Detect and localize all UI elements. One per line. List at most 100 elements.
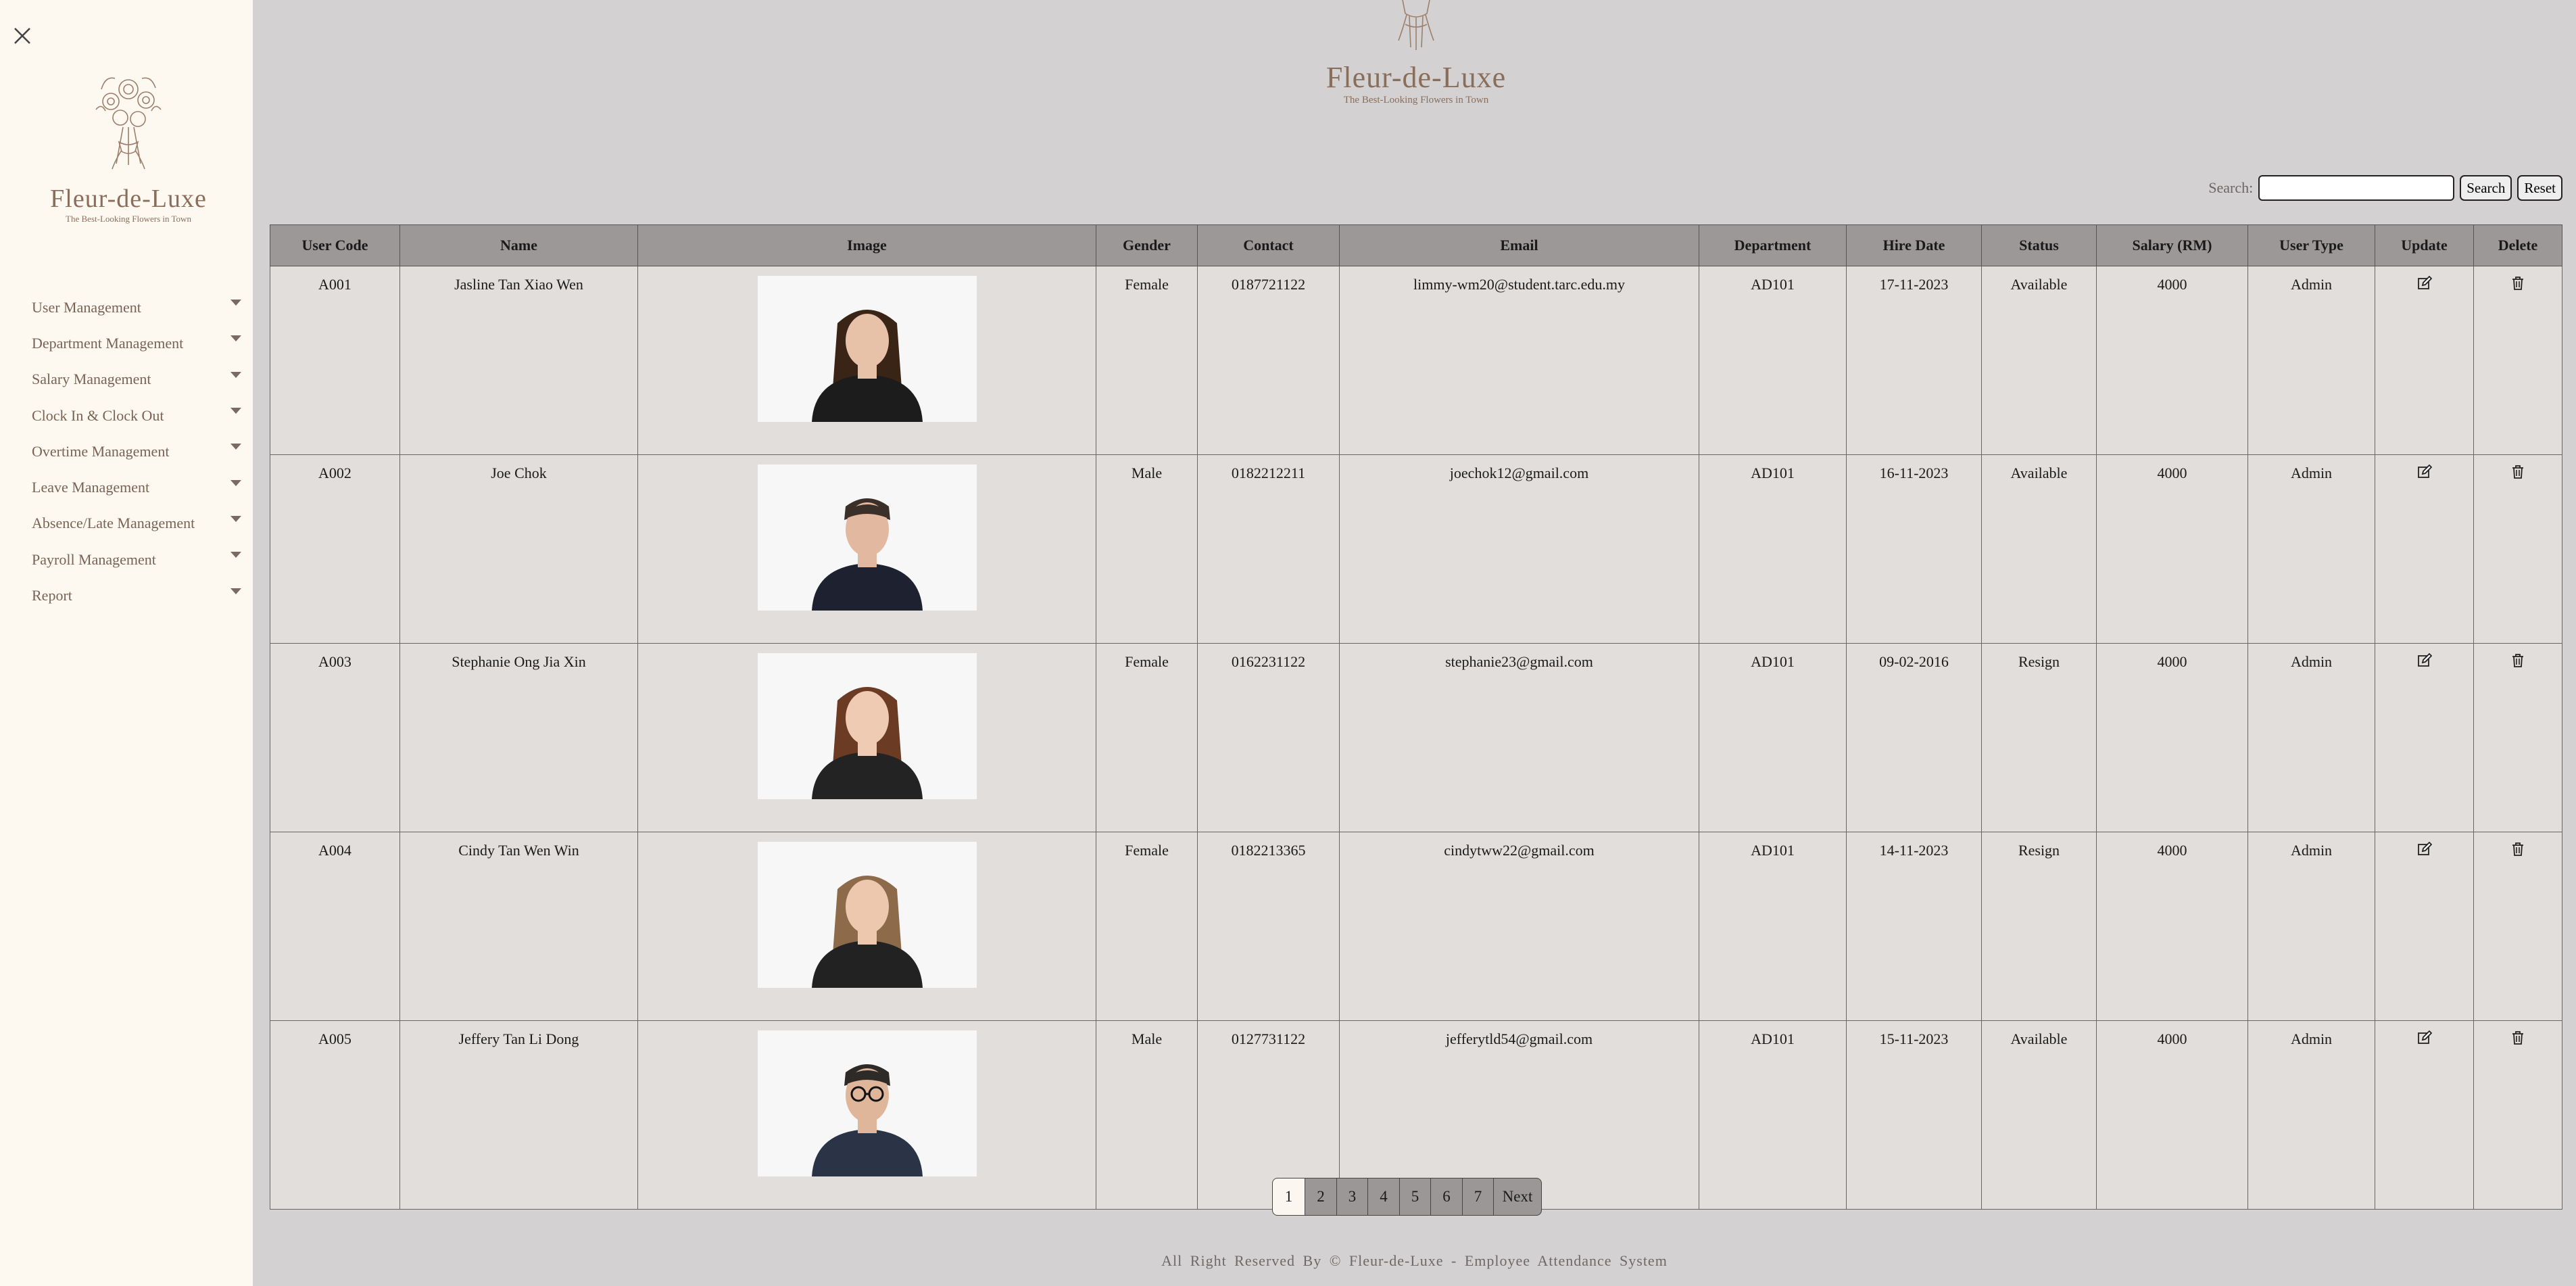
search-button[interactable]: Search bbox=[2460, 175, 2512, 201]
cell-name: Jasline Tan Xiao Wen bbox=[399, 266, 638, 455]
sidebar-logo: Fleur-de-Luxe The Best-Looking Flowers i… bbox=[41, 62, 216, 224]
edit-icon[interactable] bbox=[2416, 841, 2433, 858]
caret-down-icon bbox=[230, 444, 241, 450]
cell-hire-date: 16-11-2023 bbox=[1846, 454, 1982, 644]
column-header[interactable]: Email bbox=[1339, 224, 1699, 266]
column-header[interactable]: Gender bbox=[1096, 224, 1198, 266]
user-photo bbox=[757, 653, 977, 799]
bouquet-logo-icon bbox=[1398, 0, 1434, 50]
table-row: A004 Cindy Tan Wen Win Female 0182213365 ci… bbox=[270, 832, 2562, 1021]
column-header[interactable]: Department bbox=[1699, 224, 1847, 266]
cell-department: AD101 bbox=[1699, 643, 1847, 832]
sidebar-item-salary-management[interactable]: Salary Management bbox=[32, 362, 241, 398]
column-header[interactable]: Name bbox=[399, 224, 638, 266]
column-header[interactable]: User Code bbox=[270, 224, 400, 266]
page-button-2[interactable]: 2 bbox=[1305, 1178, 1337, 1216]
caret-down-icon bbox=[230, 552, 241, 558]
sidebar-item-leave-management[interactable]: Leave Management bbox=[32, 469, 241, 505]
update-cell bbox=[2375, 832, 2474, 1021]
user-photo bbox=[757, 1030, 977, 1176]
delete-cell bbox=[2473, 832, 2562, 1021]
caret-down-icon bbox=[230, 371, 241, 378]
cell-user-type: Admin bbox=[2247, 1020, 2375, 1210]
delete-cell bbox=[2473, 266, 2562, 455]
page-button-4[interactable]: 4 bbox=[1367, 1178, 1400, 1216]
update-cell bbox=[2375, 1020, 2474, 1210]
page-button-5[interactable]: 5 bbox=[1399, 1178, 1432, 1216]
cell-user-type: Admin bbox=[2247, 643, 2375, 832]
search-input[interactable] bbox=[2258, 175, 2455, 201]
trash-icon[interactable] bbox=[2510, 842, 2526, 858]
page-button-1[interactable]: 1 bbox=[1271, 1178, 1306, 1216]
brand-name: Fleur-de-Luxe bbox=[1326, 61, 1507, 94]
column-header[interactable]: Salary (RM) bbox=[2096, 224, 2248, 266]
column-header[interactable]: Image bbox=[637, 224, 1096, 266]
column-header[interactable]: Delete bbox=[2473, 224, 2562, 266]
sidebar-item-label: Salary Management bbox=[32, 371, 151, 388]
sidebar-item-label: Report bbox=[32, 587, 72, 604]
sidebar-item-user-management[interactable]: User Management bbox=[32, 289, 241, 325]
edit-icon[interactable] bbox=[2416, 275, 2433, 292]
cell-email: stephanie23@gmail.com bbox=[1339, 643, 1699, 832]
cell-status: Resign bbox=[1981, 832, 2097, 1021]
cell-hire-date: 09-02-2016 bbox=[1846, 643, 1982, 832]
update-cell bbox=[2375, 454, 2474, 644]
column-header[interactable]: Contact bbox=[1197, 224, 1340, 266]
close-icon[interactable] bbox=[12, 26, 32, 46]
cell-user-type: Admin bbox=[2247, 454, 2375, 644]
brand-name: Fleur-de-Luxe bbox=[50, 185, 207, 213]
caret-down-icon bbox=[230, 335, 241, 342]
sidebar-item-overtime-management[interactable]: Overtime Management bbox=[32, 433, 241, 469]
sidebar-item-absence-late-management[interactable]: Absence/Late Management bbox=[32, 506, 241, 542]
caret-down-icon bbox=[230, 515, 241, 522]
column-header[interactable]: Update bbox=[2375, 224, 2474, 266]
sidebar-item-clock-in-out[interactable]: Clock In & Clock Out bbox=[32, 398, 241, 433]
cell-status: Resign bbox=[1981, 643, 2097, 832]
cell-department: AD101 bbox=[1699, 266, 1847, 455]
cell-department: AD101 bbox=[1699, 832, 1847, 1021]
cell-salary: 4000 bbox=[2096, 643, 2248, 832]
cell-salary: 4000 bbox=[2096, 266, 2248, 455]
reset-button[interactable]: Reset bbox=[2517, 175, 2562, 201]
user-photo-cell bbox=[637, 643, 1096, 832]
cell-email: cindytww22@gmail.com bbox=[1339, 832, 1699, 1021]
column-header[interactable]: Status bbox=[1981, 224, 2097, 266]
user-photo-cell bbox=[637, 454, 1096, 644]
cell-name: Jeffery Tan Li Dong bbox=[399, 1020, 638, 1210]
cell-name: Cindy Tan Wen Win bbox=[399, 832, 638, 1021]
user-photo-cell bbox=[637, 1020, 1096, 1210]
sidebar-item-payroll-management[interactable]: Payroll Management bbox=[32, 542, 241, 577]
cell-code: A001 bbox=[270, 266, 400, 455]
cell-name: Stephanie Ong Jia Xin bbox=[399, 643, 638, 832]
next-page-button[interactable]: Next bbox=[1493, 1178, 1542, 1216]
page-button-3[interactable]: 3 bbox=[1336, 1178, 1369, 1216]
cell-code: A003 bbox=[270, 643, 400, 832]
sidebar-menu: User Management Department Management Sa… bbox=[32, 289, 241, 614]
page-button-7[interactable]: 7 bbox=[1461, 1178, 1494, 1216]
sidebar-item-report[interactable]: Report bbox=[32, 577, 241, 613]
sidebar-item-label: User Management bbox=[32, 298, 141, 316]
column-header[interactable]: User Type bbox=[2247, 224, 2375, 266]
edit-icon[interactable] bbox=[2416, 652, 2433, 669]
trash-icon[interactable] bbox=[2510, 465, 2526, 481]
trash-icon[interactable] bbox=[2510, 1030, 2526, 1047]
header-logo: Fleur-de-Luxe The Best-Looking Flowers i… bbox=[1271, 0, 1561, 106]
trash-icon[interactable] bbox=[2510, 276, 2526, 292]
sidebar-item-department-management[interactable]: Department Management bbox=[32, 325, 241, 361]
cell-salary: 4000 bbox=[2096, 454, 2248, 644]
edit-icon[interactable] bbox=[2416, 464, 2433, 481]
search-label: Search: bbox=[2208, 179, 2254, 196]
cell-contact: 0162231122 bbox=[1197, 643, 1340, 832]
cell-status: Available bbox=[1981, 1020, 2097, 1210]
sidebar-item-label: Leave Management bbox=[32, 479, 150, 496]
table-row: A002 Joe Chok Male 0182212211 joechok12@gma… bbox=[270, 454, 2562, 644]
column-header[interactable]: Hire Date bbox=[1846, 224, 1982, 266]
sidebar: Fleur-de-Luxe The Best-Looking Flowers i… bbox=[0, 0, 253, 1286]
trash-icon[interactable] bbox=[2510, 653, 2526, 669]
sidebar-item-label: Clock In & Clock Out bbox=[32, 406, 164, 424]
edit-icon[interactable] bbox=[2416, 1030, 2433, 1047]
table-row: A001 Jasline Tan Xiao Wen Female 018772112… bbox=[270, 266, 2562, 455]
cell-department: AD101 bbox=[1699, 1020, 1847, 1210]
page-button-6[interactable]: 6 bbox=[1430, 1178, 1463, 1216]
sidebar-item-label: Payroll Management bbox=[32, 550, 156, 568]
